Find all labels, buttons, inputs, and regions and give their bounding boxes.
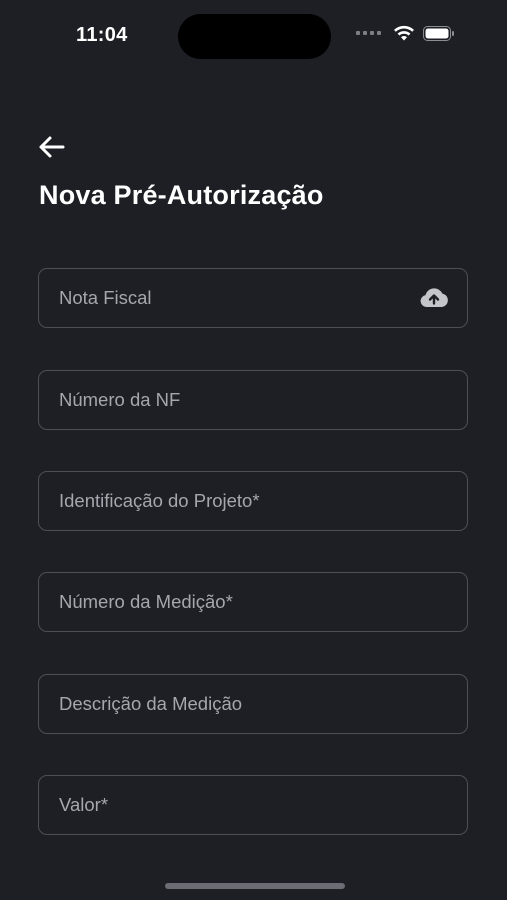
dynamic-island [178, 14, 331, 59]
descricao-medicao-field[interactable]: Descrição da Medição [38, 674, 468, 734]
wifi-icon [393, 25, 415, 41]
upload-cloud-icon[interactable] [419, 286, 449, 315]
status-bar: 11:04 [0, 0, 507, 72]
numero-nf-placeholder: Número da NF [59, 389, 181, 410]
status-icons [356, 25, 455, 41]
identificacao-projeto-field[interactable]: Identificação do Projeto* [38, 471, 468, 531]
home-indicator [165, 883, 345, 889]
arrow-left-icon [39, 136, 65, 158]
descricao-medicao-placeholder: Descrição da Medição [59, 693, 243, 714]
back-button[interactable] [34, 130, 68, 164]
nota-fiscal-field[interactable]: Nota Fiscal [38, 268, 468, 328]
status-time: 11:04 [76, 24, 128, 46]
numero-nf-field[interactable]: Número da NF [38, 370, 468, 430]
page-title: Nova Pré-Autorização [39, 180, 324, 210]
cellular-signal-icon [356, 31, 381, 35]
identificacao-projeto-placeholder: Identificação do Projeto* [59, 490, 260, 511]
battery-icon [423, 25, 455, 41]
valor-placeholder: Valor* [59, 794, 109, 815]
nota-fiscal-placeholder: Nota Fiscal [59, 287, 152, 308]
numero-medicao-placeholder: Número da Medição* [59, 591, 233, 612]
numero-medicao-field[interactable]: Número da Medição* [38, 572, 468, 632]
valor-field[interactable]: Valor* [38, 775, 468, 835]
